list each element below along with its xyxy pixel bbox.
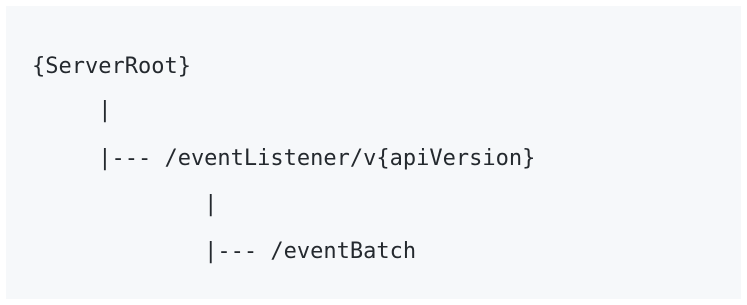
code-line-event-batch: |--- /eventBatch xyxy=(32,239,417,264)
code-line-connector-2: | xyxy=(32,192,218,217)
code-line-event-listener: |--- /eventListener/v{apiVersion} xyxy=(32,146,536,171)
code-line-connector-1: | xyxy=(32,98,112,123)
code-block: {ServerRoot} | |--- /eventListener/v{api… xyxy=(6,6,741,299)
code-line-server-root: {ServerRoot} xyxy=(32,54,191,79)
